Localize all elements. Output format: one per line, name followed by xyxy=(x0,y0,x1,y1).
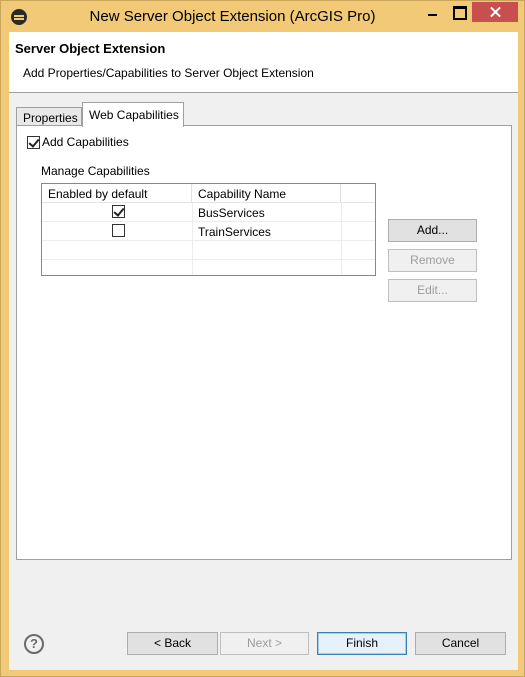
capability-name-cell: BusServices xyxy=(198,206,265,220)
cancel-button[interactable]: Cancel xyxy=(415,632,506,655)
column-divider xyxy=(192,203,193,275)
title-bar[interactable]: New Server Object Extension (ArcGIS Pro) xyxy=(1,1,524,32)
capabilities-table[interactable]: Enabled by default Capability Name BusSe… xyxy=(41,183,376,276)
column-header-enabled[interactable]: Enabled by default xyxy=(42,184,192,203)
page-title: Server Object Extension xyxy=(15,41,166,56)
column-header-filler xyxy=(341,184,375,203)
maximize-button[interactable] xyxy=(445,2,472,22)
back-button[interactable]: < Back xyxy=(127,632,218,655)
column-divider xyxy=(341,203,342,275)
wizard-header: Server Object Extension Add Properties/C… xyxy=(9,32,518,93)
close-button[interactable] xyxy=(472,2,518,22)
next-button[interactable]: Next > xyxy=(220,632,309,655)
table-row-empty xyxy=(42,260,375,279)
remove-capability-button[interactable]: Remove xyxy=(388,249,477,272)
minimize-button[interactable] xyxy=(419,2,445,22)
add-capability-button[interactable]: Add... xyxy=(388,219,477,242)
table-row[interactable]: TrainServices xyxy=(42,222,375,241)
tab-properties[interactable]: Properties xyxy=(16,107,82,126)
enabled-checkbox-busservices[interactable] xyxy=(112,205,125,218)
dialog-client-area: Server Object Extension Add Properties/C… xyxy=(9,32,518,670)
web-capabilities-panel: Add Capabilities Manage Capabilities Ena… xyxy=(16,125,512,560)
column-header-capability-name[interactable]: Capability Name xyxy=(192,184,341,203)
enabled-checkbox-trainservices[interactable] xyxy=(112,224,125,237)
add-capabilities-checkbox[interactable] xyxy=(27,136,40,149)
page-description: Add Properties/Capabilities to Server Ob… xyxy=(23,66,314,80)
capability-name-cell: TrainServices xyxy=(198,225,271,239)
table-row[interactable]: BusServices xyxy=(42,203,375,222)
edit-capability-button[interactable]: Edit... xyxy=(388,279,477,302)
help-icon[interactable]: ? xyxy=(24,634,44,654)
manage-capabilities-label: Manage Capabilities xyxy=(41,164,150,178)
wizard-window: New Server Object Extension (ArcGIS Pro)… xyxy=(0,0,525,677)
table-row-empty xyxy=(42,241,375,260)
tab-web-capabilities[interactable]: Web Capabilities xyxy=(82,102,184,127)
add-capabilities-label[interactable]: Add Capabilities xyxy=(42,135,129,149)
finish-button[interactable]: Finish xyxy=(317,632,407,655)
